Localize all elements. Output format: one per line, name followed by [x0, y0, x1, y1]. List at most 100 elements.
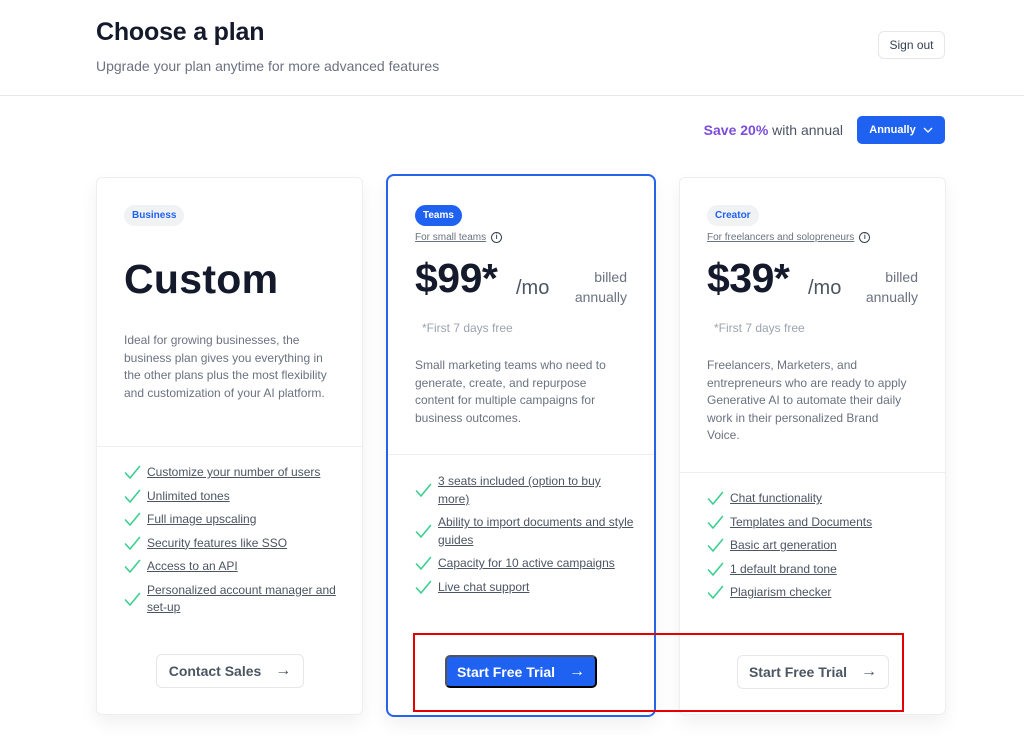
- billing-period-label: Annually: [869, 124, 916, 136]
- feature-link[interactable]: Templates and Documents: [730, 514, 872, 532]
- price-row: $39* /mo billed annually: [707, 255, 918, 311]
- feature-link[interactable]: Basic art generation: [730, 537, 837, 555]
- feature-list: Customize your number of users Unlimited …: [124, 464, 342, 623]
- feature-item: Customize your number of users: [124, 464, 342, 482]
- feature-list: Chat functionality Templates and Document…: [707, 490, 925, 608]
- page-header: Choose a plan Upgrade your plan anytime …: [0, 0, 1024, 96]
- check-icon: [124, 536, 141, 550]
- plan-headline: Custom: [124, 256, 279, 302]
- feature-item: Ability to import documents and style gu…: [415, 514, 634, 549]
- feature-item: Full image upscaling: [124, 511, 342, 529]
- billed-line: billed: [885, 269, 918, 285]
- feature-item: Unlimited tones: [124, 488, 342, 506]
- check-icon: [124, 465, 141, 480]
- info-icon[interactable]: i: [491, 232, 503, 243]
- plan-card-teams: Teams For small teams i $99* /mo billed …: [386, 174, 656, 717]
- check-icon: [415, 524, 432, 538]
- price-period: /mo: [808, 277, 842, 299]
- feature-item: Access to an API: [124, 558, 342, 576]
- check-icon: [124, 489, 141, 503]
- trial-note: *First 7 days free: [422, 321, 513, 335]
- plan-description: Freelancers, Marketers, and entrepreneur…: [707, 358, 907, 442]
- feature-list: 3 seats included (option to buy more) Abi…: [415, 473, 634, 602]
- feature-item: Basic art generation: [707, 537, 925, 555]
- sign-out-button[interactable]: Sign out: [878, 31, 945, 59]
- trial-note: *First 7 days free: [714, 321, 805, 335]
- feature-link[interactable]: Capacity for 10 active campaigns: [438, 555, 615, 573]
- divider: [680, 472, 945, 473]
- plan-description: Small marketing teams who need to genera…: [415, 358, 606, 425]
- divider: [97, 446, 362, 447]
- plan-card-business: Business Custom Ideal for growing busine…: [96, 177, 363, 715]
- feature-link[interactable]: Personalized account manager and set-up: [147, 582, 342, 617]
- plan-badge: Teams: [415, 205, 462, 226]
- feature-link[interactable]: Security features like SSO: [147, 535, 287, 553]
- info-icon[interactable]: i: [859, 232, 871, 243]
- check-icon: [124, 512, 141, 527]
- check-icon: [415, 556, 432, 571]
- feature-item: Security features like SSO: [124, 535, 342, 553]
- check-icon: [415, 483, 432, 497]
- feature-item: Chat functionality: [707, 490, 925, 508]
- button-label: Start Free Trial: [748, 664, 848, 680]
- contact-sales-button[interactable]: Contact Sales →: [156, 654, 304, 688]
- feature-item: Templates and Documents: [707, 514, 925, 532]
- page-subtitle: Upgrade your plan anytime for more advan…: [96, 58, 440, 74]
- plan-description: Ideal for growing businesses, the busine…: [124, 333, 327, 400]
- feature-link[interactable]: Access to an API: [147, 558, 238, 576]
- save-percent: Save 20%: [703, 122, 769, 138]
- chevron-down-icon: [923, 127, 933, 133]
- check-icon: [707, 515, 724, 529]
- billing-period-dropdown[interactable]: Annually: [857, 116, 945, 144]
- billed-note: billed annually: [866, 267, 918, 307]
- billed-line: annually: [574, 289, 627, 305]
- plan-audience[interactable]: For freelancers and solopreneurs i: [707, 232, 918, 243]
- feature-link[interactable]: 3 seats included (option to buy more): [438, 473, 634, 508]
- check-icon: [707, 585, 724, 600]
- price-period: /mo: [516, 277, 550, 299]
- save-promo: Save 20% with annual: [704, 122, 843, 138]
- billed-line: annually: [865, 289, 918, 305]
- feature-link[interactable]: Chat functionality: [730, 490, 822, 508]
- feature-link[interactable]: Live chat support: [438, 579, 529, 597]
- check-icon: [707, 491, 724, 506]
- plan-price: $99*: [415, 255, 498, 301]
- feature-link[interactable]: Full image upscaling: [147, 511, 256, 529]
- check-icon: [124, 592, 141, 606]
- start-free-trial-button-creator[interactable]: Start Free Trial →: [737, 655, 889, 689]
- feature-link[interactable]: Unlimited tones: [147, 488, 230, 506]
- arrow-right-icon: →: [569, 662, 586, 680]
- audience-label: For small teams: [415, 232, 487, 243]
- arrow-right-icon: →: [275, 662, 292, 679]
- feature-link[interactable]: Ability to import documents and style gu…: [438, 514, 634, 549]
- billing-toggle-row: Save 20% with annual Annually: [0, 116, 945, 144]
- feature-item: Personalized account manager and set-up: [124, 582, 342, 617]
- feature-item: Plagiarism checker: [707, 584, 925, 602]
- feature-link[interactable]: Customize your number of users: [147, 464, 320, 482]
- check-icon: [415, 580, 432, 594]
- feature-item: Live chat support: [415, 579, 634, 597]
- price-row: $99* /mo billed annually: [415, 255, 627, 311]
- check-icon: [707, 562, 724, 576]
- plan-audience[interactable]: For small teams i: [415, 232, 627, 243]
- feature-link[interactable]: Plagiarism checker: [730, 584, 831, 602]
- billed-line: billed: [594, 269, 627, 285]
- feature-item: Capacity for 10 active campaigns: [415, 555, 634, 573]
- page-title: Choose a plan: [96, 18, 265, 46]
- audience-label: For freelancers and solopreneurs: [707, 232, 855, 243]
- plan-price: $39*: [707, 255, 790, 301]
- arrow-right-icon: →: [861, 663, 878, 680]
- check-icon: [124, 559, 141, 574]
- divider: [388, 454, 654, 455]
- button-label: Contact Sales: [168, 663, 262, 679]
- button-label: Start Free Trial: [456, 663, 556, 680]
- plan-badge: Creator: [707, 205, 759, 226]
- check-icon: [707, 538, 724, 553]
- start-free-trial-button-teams[interactable]: Start Free Trial →: [445, 655, 597, 688]
- feature-link[interactable]: 1 default brand tone: [730, 561, 837, 579]
- billed-note: billed annually: [575, 267, 627, 307]
- save-rest: with annual: [768, 122, 843, 138]
- plan-badge: Business: [124, 205, 185, 226]
- feature-item: 3 seats included (option to buy more): [415, 473, 634, 508]
- plan-card-creator: Creator For freelancers and solopreneurs…: [679, 177, 946, 715]
